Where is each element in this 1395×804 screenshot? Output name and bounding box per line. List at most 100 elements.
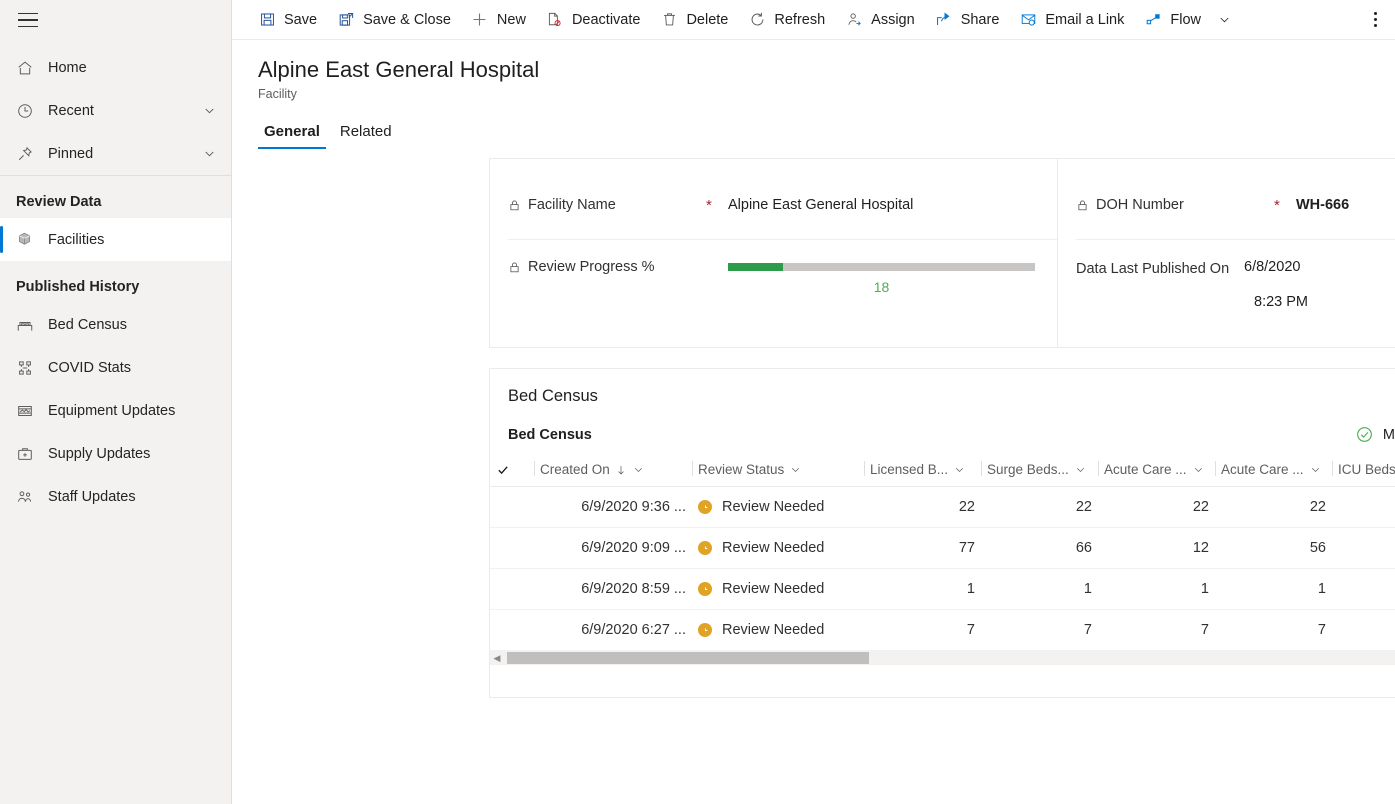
sidebar-item-recent[interactable]: Recent <box>0 89 231 132</box>
column-header-acute-care-2[interactable]: Acute Care ... <box>1215 455 1332 487</box>
save-button[interactable]: Save <box>248 0 327 40</box>
form-tabs: General Related <box>232 101 1395 149</box>
sidebar: Home Recent Pinned <box>0 0 232 804</box>
cell-surge-beds: 22 <box>981 487 1098 528</box>
row-select-cell[interactable] <box>490 487 534 528</box>
facility-name-label: Facility Name <box>508 177 706 213</box>
sidebar-top-nav: Home Recent Pinned <box>0 40 231 175</box>
chevron-down-icon[interactable] <box>1192 463 1205 476</box>
column-header-licensed-beds[interactable]: Licensed B... <box>864 455 981 487</box>
delete-button[interactable]: Delete <box>650 0 738 40</box>
progress-bar-fill <box>728 263 783 271</box>
review-progress-control: 18 <box>728 239 1039 295</box>
field-data-last-published-on: Data Last Published On 6/8/2020 8:23 PM <box>1058 239 1395 316</box>
cell-surge-beds: 1 <box>981 569 1098 610</box>
table-row[interactable]: 6/9/2020 6:27 ... Review Needed 7 <box>490 610 1395 651</box>
chevron-down-icon[interactable] <box>789 463 802 476</box>
flow-label: Flow <box>1170 12 1201 28</box>
chevron-down-icon[interactable] <box>1074 463 1087 476</box>
sidebar-item-bed-census[interactable]: Bed Census <box>0 303 231 346</box>
sidebar-item-label: Supply Updates <box>48 446 217 462</box>
chevron-down-icon[interactable] <box>202 103 217 118</box>
mark-complete-button[interactable]: Mark Complete <box>1346 420 1395 449</box>
published-time-value[interactable]: 8:23 PM <box>1244 294 1395 310</box>
table-row[interactable]: 6/9/2020 9:36 ... Review Needed 22 <box>490 487 1395 528</box>
sidebar-item-supply-updates[interactable]: Supply Updates <box>0 432 231 475</box>
form-content: Facility Name * Alpine East General Hosp… <box>232 149 1395 804</box>
published-date-value[interactable]: 6/8/2020 <box>1244 259 1395 275</box>
column-header-surge-beds[interactable]: Surge Beds... <box>981 455 1098 487</box>
table-header-row: Created On <box>490 455 1395 487</box>
chevron-down-icon[interactable] <box>632 463 645 476</box>
assign-person-icon <box>845 11 863 29</box>
assign-button[interactable]: Assign <box>835 0 925 40</box>
sidebar-item-home[interactable]: Home <box>0 46 231 89</box>
cell-created-on: 6/9/2020 9:36 ... <box>534 487 692 528</box>
cell-created-on: 6/9/2020 8:59 ... <box>534 569 692 610</box>
chevron-down-icon[interactable] <box>202 146 217 161</box>
share-button[interactable]: Share <box>925 0 1010 40</box>
tab-related[interactable]: Related <box>334 119 398 149</box>
scrollbar-thumb[interactable] <box>507 652 869 664</box>
scrollbar-track[interactable] <box>504 652 1395 664</box>
flow-chevron-down-icon[interactable] <box>1211 0 1238 40</box>
facility-name-value[interactable]: Alpine East General Hospital <box>728 177 1039 213</box>
scroll-left-icon[interactable]: ◀ <box>490 653 504 664</box>
new-button[interactable]: New <box>461 0 536 40</box>
refresh-button[interactable]: Refresh <box>738 0 835 40</box>
check-circle-icon <box>1355 425 1374 444</box>
cell-created-on: 6/9/2020 6:27 ... <box>534 610 692 651</box>
save-and-close-button[interactable]: Save & Close <box>327 0 461 40</box>
flow-button[interactable]: Flow <box>1134 0 1211 40</box>
sidebar-item-covid-stats[interactable]: COVID Stats <box>0 346 231 389</box>
hamburger-menu-icon[interactable] <box>18 13 38 27</box>
sidebar-item-label: Recent <box>48 103 202 119</box>
cell-created-on: 6/9/2020 9:09 ... <box>534 528 692 569</box>
assign-label: Assign <box>871 12 915 28</box>
chevron-down-icon[interactable] <box>953 463 966 476</box>
cell-acute-care-1: 12 <box>1098 528 1215 569</box>
refresh-icon <box>748 11 766 29</box>
table-row[interactable]: 6/9/2020 9:09 ... Review Needed 77 <box>490 528 1395 569</box>
sitemap-header <box>0 0 231 40</box>
column-header-created-on[interactable]: Created On <box>534 455 692 487</box>
doh-number-value[interactable]: WH-666 <box>1296 177 1395 213</box>
column-label: Surge Beds... <box>987 462 1069 477</box>
email-link-icon <box>1019 11 1037 29</box>
cell-review-status: Review Needed <box>692 569 864 610</box>
sidebar-item-pinned[interactable]: Pinned <box>0 132 231 175</box>
table-row[interactable]: 6/9/2020 8:59 ... Review Needed 1 <box>490 569 1395 610</box>
row-select-cell[interactable] <box>490 569 534 610</box>
trash-icon <box>660 11 678 29</box>
review-progress-label: Review Progress % <box>508 239 706 275</box>
checkmark-icon <box>496 463 528 477</box>
chevron-down-icon[interactable] <box>1309 463 1322 476</box>
grid-pager: Page 1 <box>490 665 1395 697</box>
column-header-icu-beds-1[interactable]: ICU Beds (... <box>1332 455 1395 487</box>
sidebar-item-label: Home <box>48 60 217 76</box>
save-and-close-label: Save & Close <box>363 12 451 28</box>
row-select-cell[interactable] <box>490 610 534 651</box>
sidebar-group-published-history: Published History <box>0 261 231 303</box>
equipment-icon <box>16 402 38 420</box>
refresh-label: Refresh <box>774 12 825 28</box>
column-header-review-status[interactable]: Review Status <box>692 455 864 487</box>
select-all-header[interactable] <box>490 455 534 487</box>
cell-review-status: Review Needed <box>692 487 864 528</box>
sidebar-item-equipment-updates[interactable]: Equipment Updates <box>0 389 231 432</box>
plus-icon <box>471 11 489 29</box>
save-and-close-icon <box>337 11 355 29</box>
sidebar-item-staff-updates[interactable]: Staff Updates <box>0 475 231 518</box>
more-commands-icon <box>1374 11 1377 29</box>
column-header-acute-care-1[interactable]: Acute Care ... <box>1098 455 1215 487</box>
deactivate-button[interactable]: Deactivate <box>536 0 651 40</box>
data-last-published-label: Data Last Published On <box>1076 239 1244 280</box>
command-bar-overflow-button[interactable] <box>1366 0 1385 40</box>
horizontal-scrollbar[interactable]: ◀ ▶ <box>490 651 1395 665</box>
tab-general[interactable]: General <box>258 119 326 149</box>
sidebar-item-facilities[interactable]: Facilities <box>0 218 231 261</box>
subgrid-view-name: Bed Census <box>508 427 592 443</box>
email-a-link-button[interactable]: Email a Link <box>1009 0 1134 40</box>
cell-review-status: Review Needed <box>692 528 864 569</box>
row-select-cell[interactable] <box>490 528 534 569</box>
